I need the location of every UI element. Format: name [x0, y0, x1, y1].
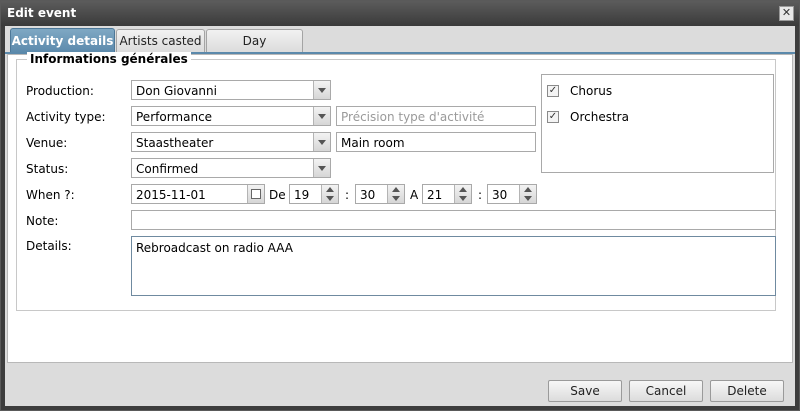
details-textarea[interactable]: Rebroadcast on radio AAA: [131, 236, 776, 296]
arrow-down-icon[interactable]: [459, 196, 467, 201]
chevron-down-icon[interactable]: [313, 81, 330, 99]
venue-value: Staastheater: [136, 136, 214, 150]
date-value: 2015-11-01: [136, 188, 206, 202]
status-value: Confirmed: [136, 162, 199, 176]
spinner-buttons[interactable]: [519, 185, 536, 203]
arrow-down-icon[interactable]: [392, 196, 400, 201]
status-label: Status:: [26, 162, 69, 176]
orchestra-checkbox[interactable]: ✓: [547, 111, 559, 123]
to-label: A: [410, 188, 419, 202]
start-hour-stepper[interactable]: 19: [289, 184, 339, 204]
end-hour-value: 21: [427, 188, 443, 202]
orchestra-label: Orchestra: [570, 110, 629, 124]
window-title: Edit event: [7, 6, 77, 20]
start-minute-value: 30: [360, 188, 376, 202]
tab-activity-details[interactable]: Activity details: [10, 28, 115, 53]
production-label: Production:: [26, 84, 94, 98]
arrow-down-icon[interactable]: [326, 196, 334, 201]
chorus-label: Chorus: [570, 84, 613, 98]
arrow-down-icon[interactable]: [524, 196, 532, 201]
close-icon[interactable]: ✕: [779, 6, 794, 21]
calendar-icon[interactable]: [247, 185, 264, 203]
production-value: Don Giovanni: [136, 84, 217, 98]
time-colon: :: [345, 188, 350, 202]
venue-label: Venue:: [26, 136, 68, 150]
start-minute-stepper[interactable]: 30: [355, 184, 405, 204]
status-select[interactable]: Confirmed: [131, 158, 331, 178]
end-hour-stepper[interactable]: 21: [422, 184, 472, 204]
activity-precision-input[interactable]: Précision type d'activité: [336, 106, 536, 126]
end-minute-value: 30: [492, 188, 508, 202]
general-info-group: Informations générales Production: Don G…: [16, 52, 776, 311]
note-input[interactable]: [131, 210, 776, 230]
venue-select[interactable]: Staastheater: [131, 132, 331, 152]
group-legend: Informations générales: [27, 52, 191, 66]
production-select[interactable]: Don Giovanni: [131, 80, 331, 100]
delete-button[interactable]: Delete: [710, 380, 784, 402]
arrow-up-icon[interactable]: [326, 187, 334, 192]
time-colon: :: [478, 188, 483, 202]
spinner-buttons[interactable]: [321, 185, 338, 203]
spinner-buttons[interactable]: [454, 185, 471, 203]
arrow-up-icon[interactable]: [524, 187, 532, 192]
room-input[interactable]: Main room: [336, 132, 536, 152]
tab-bar: Activity details Artists casted Day info…: [5, 26, 795, 70]
activity-type-select[interactable]: Performance: [131, 106, 331, 126]
details-label: Details:: [26, 239, 72, 253]
chevron-down-icon[interactable]: [313, 133, 330, 151]
arrow-up-icon[interactable]: [459, 187, 467, 192]
activity-details-panel: Informations générales Production: Don G…: [7, 52, 793, 363]
chorus-checkbox[interactable]: ✓: [547, 85, 559, 97]
chevron-down-icon[interactable]: [313, 159, 330, 177]
end-minute-stepper[interactable]: 30: [487, 184, 537, 204]
cancel-button[interactable]: Cancel: [629, 380, 703, 402]
start-hour-value: 19: [294, 188, 310, 202]
chevron-down-icon[interactable]: [313, 107, 330, 125]
tab-artists-casted[interactable]: Artists casted: [116, 29, 205, 52]
from-label: De: [269, 188, 286, 202]
title-bar[interactable]: Edit event ✕: [1, 1, 799, 26]
activity-type-value: Performance: [136, 110, 213, 124]
button-bar: Save Cancel Delete: [5, 371, 795, 406]
save-button[interactable]: Save: [548, 380, 622, 402]
note-label: Note:: [26, 214, 59, 228]
ensemble-checkbox-list: ✓ Chorus ✓ Orchestra: [541, 74, 774, 173]
when-label: When ?:: [26, 188, 75, 202]
date-field[interactable]: 2015-11-01: [131, 184, 265, 204]
tab-day-information[interactable]: Day information: [206, 29, 303, 70]
activity-type-label: Activity type:: [26, 110, 106, 124]
spinner-buttons[interactable]: [387, 185, 404, 203]
dialog-body: Activity details Artists casted Day info…: [5, 26, 795, 406]
arrow-up-icon[interactable]: [392, 187, 400, 192]
edit-event-window: Edit event ✕ Activity details Artists ca…: [0, 0, 800, 411]
